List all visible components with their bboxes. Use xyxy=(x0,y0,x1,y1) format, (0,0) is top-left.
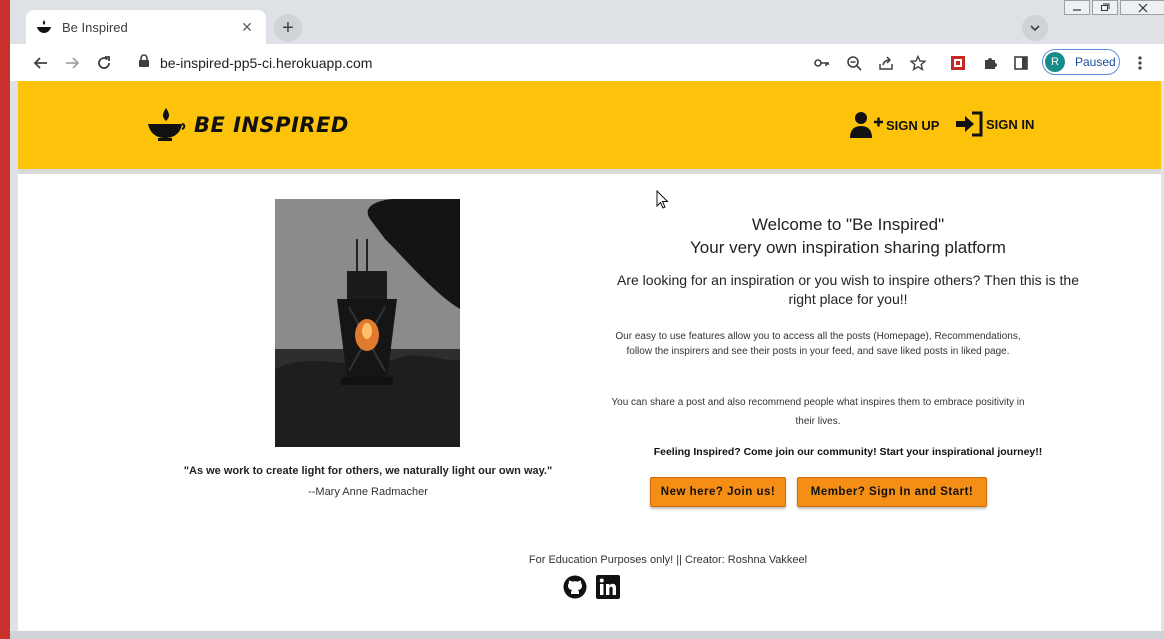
web-page: BE INSPIRED SIGN UP SIGN IN "As we work … xyxy=(18,81,1161,631)
taskbar-strip xyxy=(10,631,1164,639)
profile-status: Paused xyxy=(1075,55,1116,69)
bookmark-star-icon[interactable] xyxy=(908,53,928,73)
sign-in-icon xyxy=(956,111,983,137)
arrow-right-icon xyxy=(66,57,80,69)
site-header: BE INSPIRED SIGN UP SIGN IN xyxy=(18,81,1161,169)
url-text: be-inspired-pp5-ci.herokuapp.com xyxy=(160,54,373,71)
brand-logo-link[interactable]: BE INSPIRED xyxy=(146,107,349,143)
signin-start-button[interactable]: Member? Sign In and Start! xyxy=(797,477,987,507)
signin-link[interactable]: SIGN IN xyxy=(956,111,1034,137)
user-plus-icon xyxy=(850,112,883,138)
cta-text: Feeling Inspired? Come join our communit… xyxy=(653,446,1043,458)
footer-text: For Education Purposes only! || Creator:… xyxy=(528,554,808,566)
profile-button[interactable]: R Paused xyxy=(1042,49,1120,75)
side-panel-icon[interactable] xyxy=(1011,53,1031,73)
browser-tab[interactable]: Be Inspired ✕ xyxy=(26,10,266,44)
github-link[interactable] xyxy=(563,575,587,599)
extension-icon[interactable] xyxy=(948,53,968,73)
key-icon[interactable] xyxy=(812,53,832,73)
mouse-cursor-icon xyxy=(656,189,670,215)
puzzle-icon[interactable] xyxy=(980,53,1000,73)
new-tab-button[interactable]: + xyxy=(274,14,302,42)
share-text: You can share a post and also recommend … xyxy=(611,397,1025,427)
share-icon[interactable] xyxy=(876,53,896,73)
browser-window: Be Inspired ✕ + be-inspired-pp5-ci.herok… xyxy=(10,0,1164,639)
quote-author: --Mary Anne Radmacher xyxy=(308,486,428,498)
signup-link[interactable]: SIGN UP xyxy=(850,111,939,139)
address-bar[interactable]: be-inspired-pp5-ci.herokuapp.com xyxy=(138,54,372,71)
signup-label: SIGN UP xyxy=(886,117,940,133)
join-us-button[interactable]: New here? Join us! xyxy=(650,477,786,507)
brand-name: BE INSPIRED xyxy=(194,113,349,137)
back-button[interactable] xyxy=(30,52,52,74)
tab-title: Be Inspired xyxy=(62,19,128,35)
window-controls xyxy=(1062,0,1164,16)
zoom-icon[interactable] xyxy=(844,53,864,73)
forward-button[interactable] xyxy=(61,52,83,74)
welcome-line-1: Welcome to "Be Inspired" xyxy=(751,215,945,234)
quote-text: "As we work to create light for others, … xyxy=(183,465,553,477)
linkedin-link[interactable] xyxy=(596,575,620,599)
window-close-button[interactable] xyxy=(1120,0,1164,15)
minimize-icon xyxy=(1073,8,1081,11)
tab-search-button[interactable] xyxy=(1022,15,1048,41)
features-text: Our easy to use features allow you to ac… xyxy=(615,331,1021,357)
restore-icon xyxy=(1101,3,1110,11)
desktop-edge xyxy=(0,0,10,639)
menu-icon[interactable] xyxy=(1130,53,1150,73)
lantern-photo xyxy=(275,199,460,447)
tab-strip: Be Inspired ✕ + xyxy=(10,0,1164,44)
lamp-favicon-icon xyxy=(36,19,52,35)
avatar: R xyxy=(1045,52,1065,72)
github-icon xyxy=(563,575,587,599)
lock-icon xyxy=(138,54,150,71)
signin-label: SIGN IN xyxy=(986,116,1035,132)
tab-close-icon[interactable]: ✕ xyxy=(238,19,256,36)
close-icon xyxy=(1138,3,1148,12)
lead-text: Are looking for an inspiration or you wi… xyxy=(617,272,1079,307)
browser-toolbar: be-inspired-pp5-ci.herokuapp.com R Pause… xyxy=(10,44,1164,82)
reload-icon xyxy=(98,56,110,69)
reload-button[interactable] xyxy=(93,52,115,74)
restore-button[interactable] xyxy=(1092,0,1118,15)
arrow-left-icon xyxy=(33,57,47,69)
chevron-down-icon xyxy=(1030,25,1040,32)
linkedin-icon xyxy=(596,575,620,599)
welcome-heading: Welcome to "Be Inspired" Your very own i… xyxy=(578,213,1118,259)
minimize-button[interactable] xyxy=(1064,0,1090,15)
diya-lamp-icon xyxy=(148,108,186,141)
welcome-line-2: Your very own inspiration sharing platfo… xyxy=(690,238,1006,257)
